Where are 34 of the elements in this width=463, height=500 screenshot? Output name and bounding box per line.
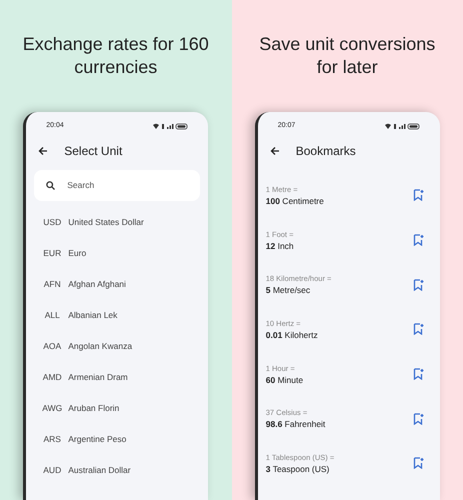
bookmark-icon[interactable] (412, 234, 424, 246)
conversion-result: 0.01 Kilohertz (266, 328, 318, 341)
bookmark-icon[interactable] (412, 412, 424, 425)
currency-row[interactable]: ARS Argentine Peso (26, 424, 208, 455)
currency-row[interactable]: USD United States Dollar (26, 207, 208, 238)
currency-row[interactable]: AFN Afghan Afghani (26, 269, 208, 300)
headline: Exchange rates for 160 currencies (22, 33, 210, 79)
search-field[interactable]: Search (34, 170, 200, 201)
search-icon (46, 181, 56, 190)
screen-title: Select Unit (64, 143, 122, 160)
screen-title: Bookmarks (296, 143, 356, 160)
currency-row[interactable]: AWG Aruban Florin (26, 393, 208, 424)
headline: Save unit conversions for later (258, 33, 436, 79)
bookmark-icon[interactable] (412, 457, 424, 470)
search-input[interactable]: Search (67, 179, 168, 192)
currency-row[interactable]: AOA Angolan Kwanza (26, 331, 208, 362)
conversion-result: 3 Teaspoon (US) (266, 462, 330, 475)
bookmark-icon[interactable] (412, 323, 424, 336)
bookmark-icon[interactable] (412, 189, 424, 202)
status-icons (384, 122, 420, 130)
conversion-result: 60 Minute (266, 374, 304, 386)
conversion-result: 100 Centimetre (266, 194, 324, 207)
bookmark-icon[interactable] (412, 278, 424, 291)
currency-row[interactable]: ALL Albanian Lek (26, 300, 208, 331)
conversion-result: 12 Inch (266, 240, 294, 252)
conversion-result: 98.6 Fahrenheit (266, 418, 326, 430)
bookmark-icon[interactable] (412, 368, 424, 380)
conversion-result: 5 Metre/sec (266, 284, 312, 296)
currency-row[interactable]: AUD Australian Dollar (26, 455, 208, 486)
back-arrow-icon[interactable] (270, 146, 280, 156)
back-arrow-icon[interactable] (38, 146, 48, 156)
status-icons (152, 122, 188, 130)
currency-row[interactable]: AMD Armenian Dram (26, 362, 208, 393)
currency-row[interactable]: EUR Euro (26, 238, 208, 269)
